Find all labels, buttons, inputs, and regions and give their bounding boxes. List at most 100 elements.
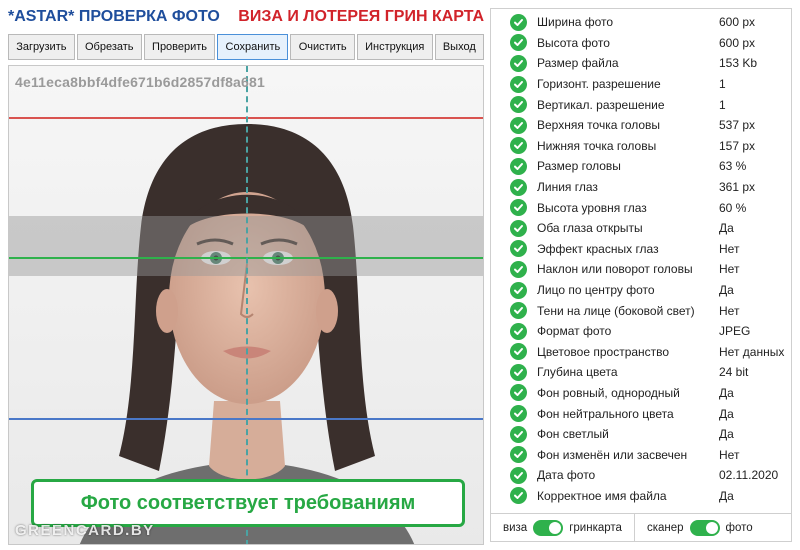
result-value: 60 %	[719, 200, 747, 215]
visa-greencard-toggle[interactable]: виза гринкарта	[491, 514, 622, 542]
result-row: Нижняя точка головы 157 px	[491, 136, 791, 157]
result-label: Ширина фото	[537, 15, 614, 30]
toolbar: Загрузить Обрезать Проверить Сохранить О…	[8, 34, 485, 60]
result-row: Ширина фото 600 px	[491, 12, 791, 33]
result-value: Да	[719, 385, 734, 400]
result-label: Верхняя точка головы	[537, 118, 661, 133]
result-value: 24 bit	[719, 365, 749, 380]
result-row: Горизонт. разрешение 1	[491, 74, 791, 95]
result-row: Корректное имя файла Да	[491, 486, 791, 507]
verdict-banner: Фото соответствует требованиям	[31, 479, 465, 527]
result-value: Да	[719, 488, 734, 503]
result-row: Фон изменён или засвечен Нет	[491, 444, 791, 465]
check-circle-icon	[510, 363, 527, 381]
check-circle-icon	[510, 466, 527, 484]
photo-hash: 4e11eca8bbf4dfe671b6d2857df8a681	[15, 74, 266, 90]
result-row: Размер головы 63 %	[491, 156, 791, 177]
check-circle-icon	[510, 384, 527, 402]
result-value: JPEG	[719, 324, 751, 339]
result-label: Горизонт. разрешение	[537, 77, 661, 92]
check-circle-icon	[510, 219, 527, 237]
check-button[interactable]: Проверить	[143, 34, 216, 60]
result-label: Эффект красных глаз	[537, 241, 659, 256]
result-label: Высота фото	[537, 35, 610, 50]
check-circle-icon	[510, 13, 527, 31]
instructions-button[interactable]: Инструкция	[356, 34, 433, 60]
result-value: Да	[719, 427, 734, 442]
result-value: 600 px	[719, 35, 756, 50]
check-circle-icon	[510, 157, 527, 175]
result-value: Нет данных	[719, 344, 785, 359]
check-circle-icon	[510, 281, 527, 299]
check-circle-icon	[510, 54, 527, 72]
result-row: Тени на лице (боковой свет) Нет	[491, 300, 791, 321]
results-list: Ширина фото 600 px Высота фото 600 px Размер…	[491, 12, 791, 506]
result-row: Размер файла 153 Kb	[491, 53, 791, 74]
result-label: Тени на лице (боковой свет)	[537, 303, 695, 318]
result-row: Дата фото 02.11.2020	[491, 465, 791, 486]
result-value: 1	[719, 77, 726, 92]
result-label: Формат фото	[537, 324, 612, 339]
result-row: Цветовое пространство Нет данных	[491, 342, 791, 363]
check-circle-icon	[510, 96, 527, 114]
result-label: Размер файла	[537, 56, 619, 71]
result-label: Фон нейтрального цвета	[537, 406, 674, 421]
check-circle-icon	[510, 199, 527, 217]
result-value: Да	[719, 283, 734, 298]
toggle-switch-icon[interactable]	[689, 519, 720, 536]
crop-button[interactable]: Обрезать	[76, 34, 142, 60]
result-label: Высота уровня глаз	[537, 200, 647, 215]
result-label: Размер головы	[537, 159, 621, 174]
result-row: Оба глаза открыты Да	[491, 218, 791, 239]
save-button[interactable]: Сохранить	[217, 34, 289, 60]
result-value: 153 Kb	[719, 56, 758, 71]
toggle1-left-label: виза	[503, 521, 528, 534]
check-circle-icon	[510, 34, 527, 52]
result-value: 02.11.2020	[719, 468, 779, 483]
result-row: Фон светлый Да	[491, 424, 791, 445]
check-circle-icon	[510, 260, 527, 278]
result-row: Высота фото 600 px	[491, 33, 791, 54]
app-title: *ASTAR* ПРОВЕРКА ФОТО ВИЗА И ЛОТЕРЕЯ ГРИ…	[8, 8, 484, 30]
result-row: Вертикал. разрешение 1	[491, 94, 791, 115]
result-value: Да	[719, 406, 734, 421]
result-label: Вертикал. разрешение	[537, 97, 665, 112]
center-line	[246, 66, 248, 544]
result-value: Да	[719, 221, 734, 236]
result-label: Цветовое пространство	[537, 344, 670, 359]
result-value: 1	[719, 97, 726, 112]
check-circle-icon	[510, 137, 527, 155]
watermark: GREENCARD.BY	[15, 522, 155, 539]
check-circle-icon	[510, 178, 527, 196]
toggle-switch-icon[interactable]	[533, 519, 564, 536]
app-title-left: *ASTAR* ПРОВЕРКА ФОТО	[8, 8, 220, 25]
toggle2-right-label: фото	[725, 521, 753, 534]
result-label: Лицо по центру фото	[537, 283, 655, 298]
result-label: Линия глаз	[537, 180, 598, 195]
panel-footer: виза гринкарта сканер фото	[491, 513, 791, 542]
check-circle-icon	[510, 322, 527, 340]
result-value: 361 px	[719, 180, 756, 195]
result-row: Фон нейтрального цвета Да	[491, 403, 791, 424]
result-value: Нет	[719, 303, 740, 318]
result-value: Нет	[719, 241, 740, 256]
exit-button[interactable]: Выход	[434, 34, 485, 60]
check-circle-icon	[510, 343, 527, 361]
result-label: Фон изменён или засвечен	[537, 447, 688, 462]
result-row: Лицо по центру фото Да	[491, 280, 791, 301]
result-label: Фон ровный, однородный	[537, 385, 680, 400]
result-label: Нижняя точка головы	[537, 138, 657, 153]
check-circle-icon	[510, 425, 527, 443]
toggle1-right-label: гринкарта	[569, 521, 622, 534]
result-row: Линия глаз 361 px	[491, 177, 791, 198]
result-label: Корректное имя файла	[537, 488, 667, 503]
result-value: 600 px	[719, 15, 756, 30]
result-row: Наклон или поворот головы Нет	[491, 259, 791, 280]
result-row: Эффект красных глаз Нет	[491, 239, 791, 260]
result-value: 157 px	[719, 138, 756, 153]
results-panel: Ширина фото 600 px Высота фото 600 px Размер…	[490, 8, 792, 542]
scanner-photo-toggle[interactable]: сканер фото	[633, 513, 753, 542]
result-value: 537 px	[719, 118, 756, 133]
load-button[interactable]: Загрузить	[8, 34, 75, 60]
clear-button[interactable]: Очистить	[290, 34, 355, 60]
